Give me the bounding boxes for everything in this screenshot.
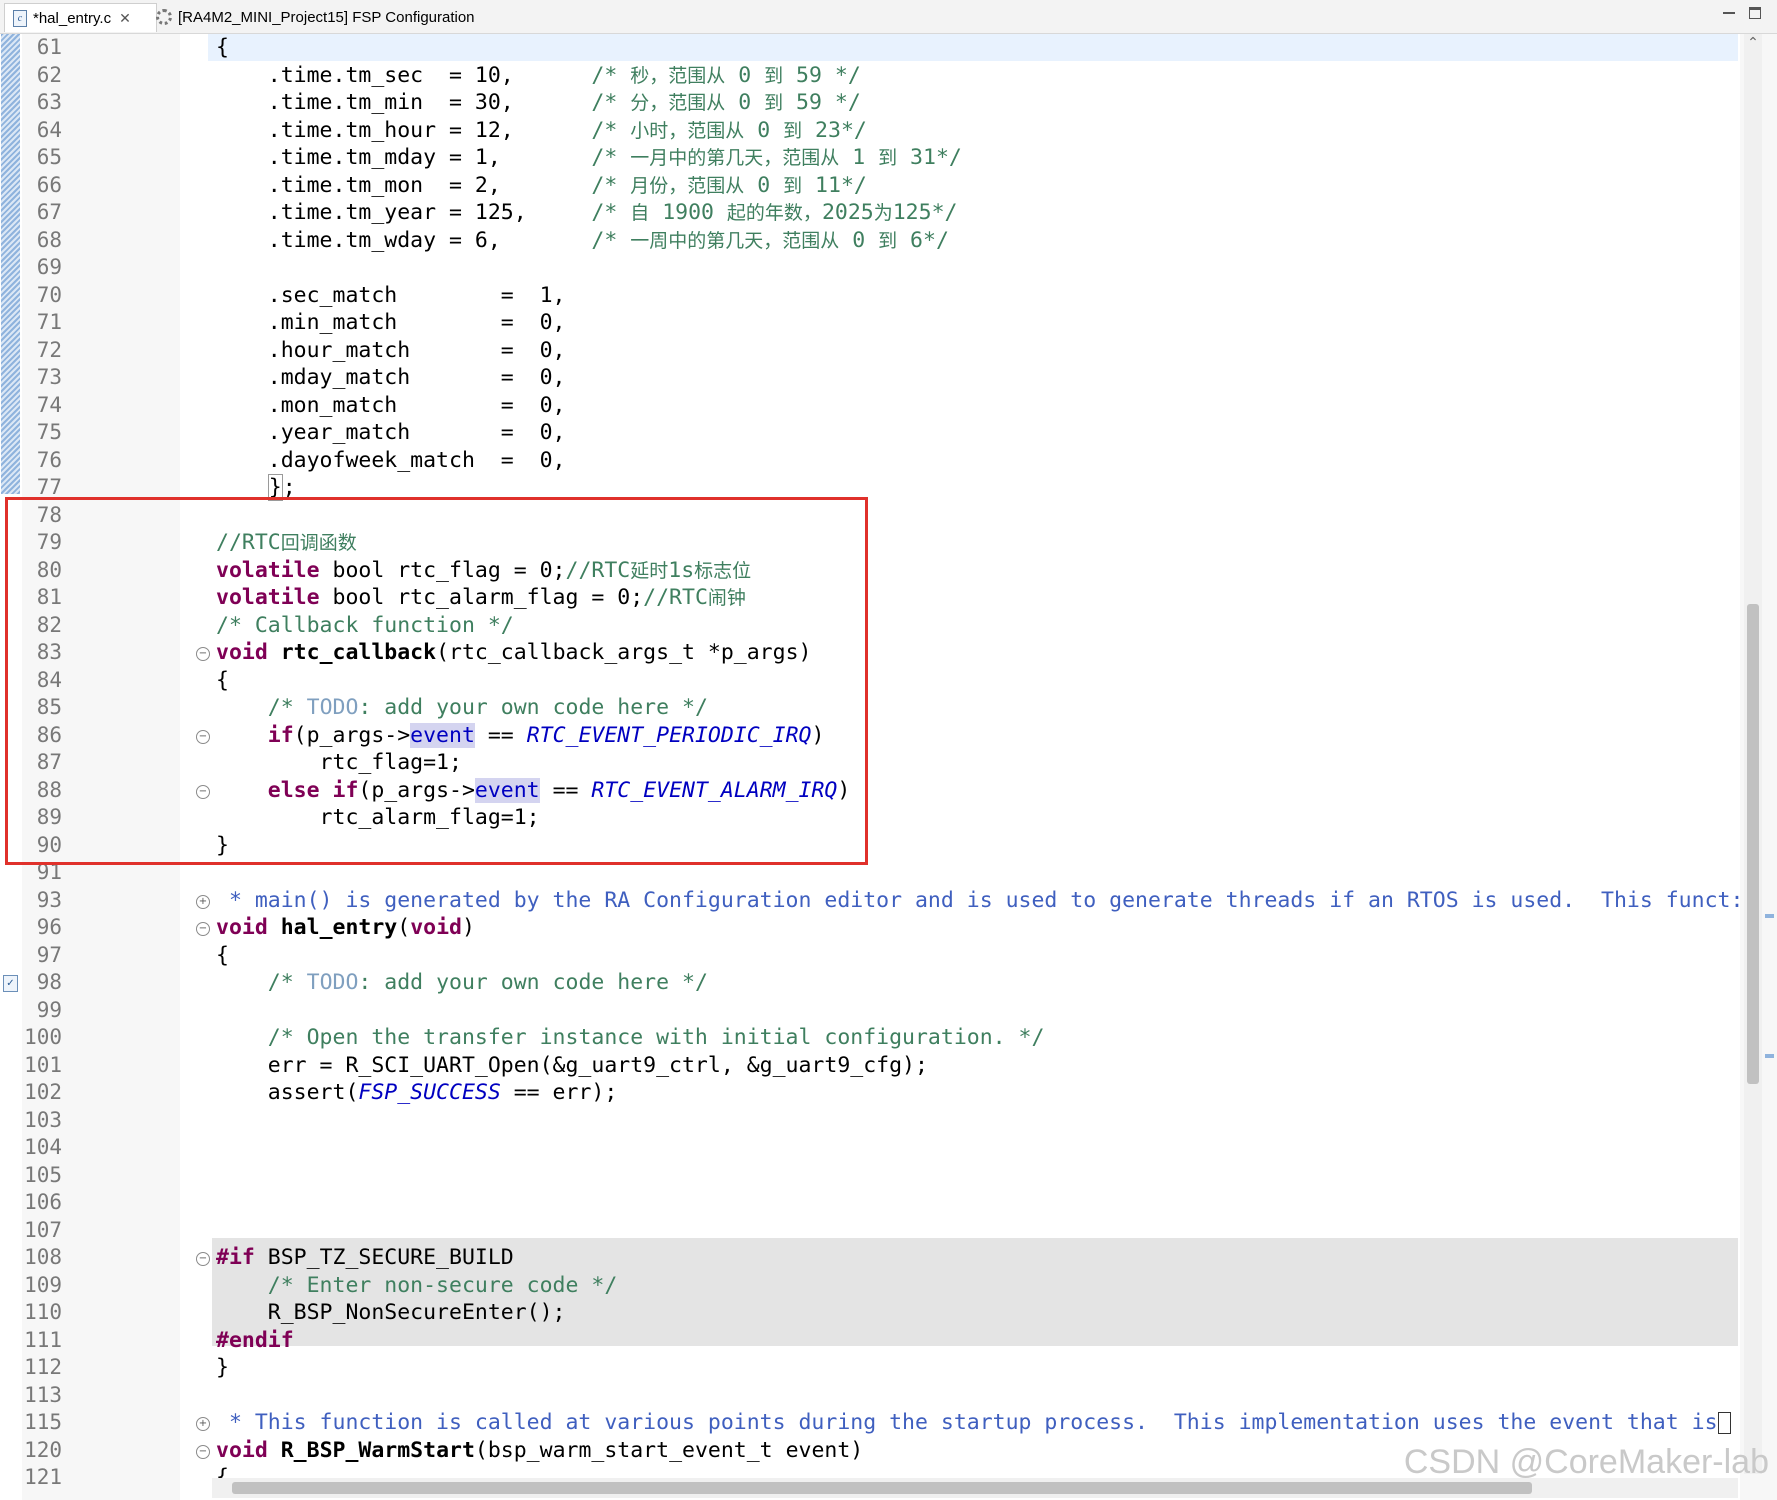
line-number: 72 — [36, 337, 62, 362]
line-number: 75 — [36, 420, 62, 444]
line-number: 96 — [36, 915, 62, 939]
line-number: 98 — [36, 970, 62, 994]
line-number: 65 — [36, 145, 62, 169]
line-number: 69 — [36, 255, 62, 279]
code-line[interactable]: .dayofweek_match = 0, — [216, 447, 566, 474]
line-number: 70 — [36, 282, 62, 307]
code-line[interactable]: .time.tm_hour = 12, /* 小时，范围从 0 到 23*/ — [216, 117, 867, 144]
line-number: 101 — [24, 1052, 62, 1077]
line-number: 120 — [24, 1437, 62, 1462]
line-number: 110 — [24, 1300, 62, 1324]
close-icon[interactable]: ✕ — [119, 10, 131, 27]
line-number: 108 — [24, 1245, 62, 1269]
line-number: 121 — [24, 1465, 62, 1489]
code-line[interactable]: R_BSP_NonSecureEnter(); — [216, 1299, 566, 1326]
line-number: 68 — [36, 227, 62, 252]
line-number: 71 — [36, 310, 62, 334]
code-line[interactable]: err = R_SCI_UART_Open(&g_uart9_ctrl, &g_… — [216, 1052, 928, 1079]
line-number: 109 — [24, 1272, 62, 1297]
fold-minus-icon[interactable]: − — [196, 1252, 210, 1266]
fold-minus-icon[interactable]: − — [196, 922, 210, 936]
minimize-icon[interactable] — [1720, 4, 1738, 22]
code-line[interactable]: /* Enter non-secure code */ — [216, 1272, 618, 1299]
annotation-highlight-box — [5, 497, 868, 865]
line-number: 113 — [24, 1382, 62, 1407]
tab-hal-entry[interactable]: c *hal_entry.c ✕ — [4, 3, 157, 32]
code-line[interactable]: #if BSP_TZ_SECURE_BUILD — [216, 1244, 514, 1271]
watermark: CSDN @CoreMaker-lab — [1403, 1443, 1769, 1481]
code-line[interactable]: { — [216, 34, 229, 61]
code-line[interactable]: * main() is generated by the RA Configur… — [216, 887, 1743, 914]
code-line[interactable]: .mon_match = 0, — [216, 392, 566, 419]
code-line[interactable]: assert(FSP_SUCCESS == err); — [216, 1079, 618, 1106]
code-line[interactable]: .sec_match = 1, — [216, 282, 566, 309]
code-line[interactable]: /* Open the transfer instance with initi… — [216, 1024, 1045, 1051]
code-line[interactable]: } — [216, 1354, 229, 1381]
gear-icon — [156, 9, 172, 25]
code-line[interactable]: .time.tm_mon = 2, /* 月份，范围从 0 到 11*/ — [216, 172, 867, 199]
task-icon[interactable]: ✓ — [3, 975, 18, 992]
line-number: 102 — [24, 1080, 62, 1104]
line-number: 99 — [36, 997, 62, 1022]
line-number: 64 — [36, 117, 62, 142]
line-number: 97 — [36, 942, 62, 967]
maximize-icon[interactable] — [1746, 4, 1764, 22]
line-number: 61 — [36, 35, 62, 59]
fold-plus-icon[interactable]: + — [196, 1417, 210, 1431]
code-line[interactable]: .hour_match = 0, — [216, 337, 566, 364]
line-number: 111 — [24, 1327, 62, 1352]
code-line[interactable]: * This function is called at various poi… — [216, 1409, 1731, 1436]
line-number: 103 — [24, 1107, 62, 1132]
code-line[interactable]: .time.tm_year = 125, /* 自 1900 起的年数，2025… — [216, 199, 958, 226]
line-number: 67 — [36, 200, 62, 224]
line-number: 93 — [36, 887, 62, 912]
horizontal-scroll-thumb[interactable] — [232, 1482, 1532, 1494]
code-line[interactable]: .time.tm_mday = 1, /* 一月中的第几天，范围从 1 到 31… — [216, 144, 962, 171]
code-line[interactable]: .mday_match = 0, — [216, 364, 566, 391]
c-file-icon: c — [13, 9, 27, 27]
line-number: 63 — [36, 90, 62, 114]
vertical-scroll-thumb[interactable] — [1747, 604, 1759, 1084]
tab-fsp-configuration[interactable]: [RA4M2_MINI_Project15] FSP Configuration — [148, 3, 483, 31]
line-number: 100 — [24, 1025, 62, 1049]
line-number: 115 — [24, 1410, 62, 1434]
overview-marker — [1765, 914, 1774, 918]
line-number: 76 — [36, 447, 62, 472]
code-line[interactable]: .year_match = 0, — [216, 419, 566, 446]
line-number: 107 — [24, 1217, 62, 1242]
tab-label: *hal_entry.c — [33, 9, 112, 27]
line-number: 104 — [24, 1135, 62, 1159]
line-number: 73 — [36, 365, 62, 389]
tab-label: [RA4M2_MINI_Project15] FSP Configuration — [178, 8, 475, 26]
line-number: 105 — [24, 1162, 62, 1187]
code-line[interactable]: { — [216, 942, 229, 969]
scroll-up-icon[interactable]: ⌃ — [1744, 34, 1762, 52]
code-line[interactable]: .time.tm_sec = 10, /* 秒，范围从 0 到 59 */ — [216, 62, 861, 89]
code-line[interactable]: void R_BSP_WarmStart(bsp_warm_start_even… — [216, 1437, 863, 1464]
editor-tab-bar: c *hal_entry.c ✕ [RA4M2_MINI_Project15] … — [0, 0, 1777, 34]
overview-marker — [1765, 1054, 1774, 1058]
code-line[interactable]: /* TODO: add your own code here */ — [216, 969, 708, 996]
line-number: 66 — [36, 172, 62, 197]
line-number: 106 — [24, 1190, 62, 1214]
code-line[interactable]: .min_match = 0, — [216, 309, 566, 336]
line-number: 62 — [36, 62, 62, 87]
code-line[interactable]: .time.tm_wday = 6, /* 一周中的第几天，范围从 0 到 6*… — [216, 227, 949, 254]
line-number: 74 — [36, 392, 62, 417]
code-line[interactable]: void hal_entry(void) — [216, 914, 475, 941]
code-line[interactable]: .time.tm_min = 30, /* 分，范围从 0 到 59 */ — [216, 89, 861, 116]
fold-plus-icon[interactable]: + — [196, 894, 210, 909]
line-number: 112 — [24, 1355, 62, 1379]
quick-diff-marker — [1, 34, 20, 494]
code-line[interactable]: #endif — [216, 1327, 294, 1354]
fold-minus-icon[interactable]: − — [196, 1444, 210, 1459]
